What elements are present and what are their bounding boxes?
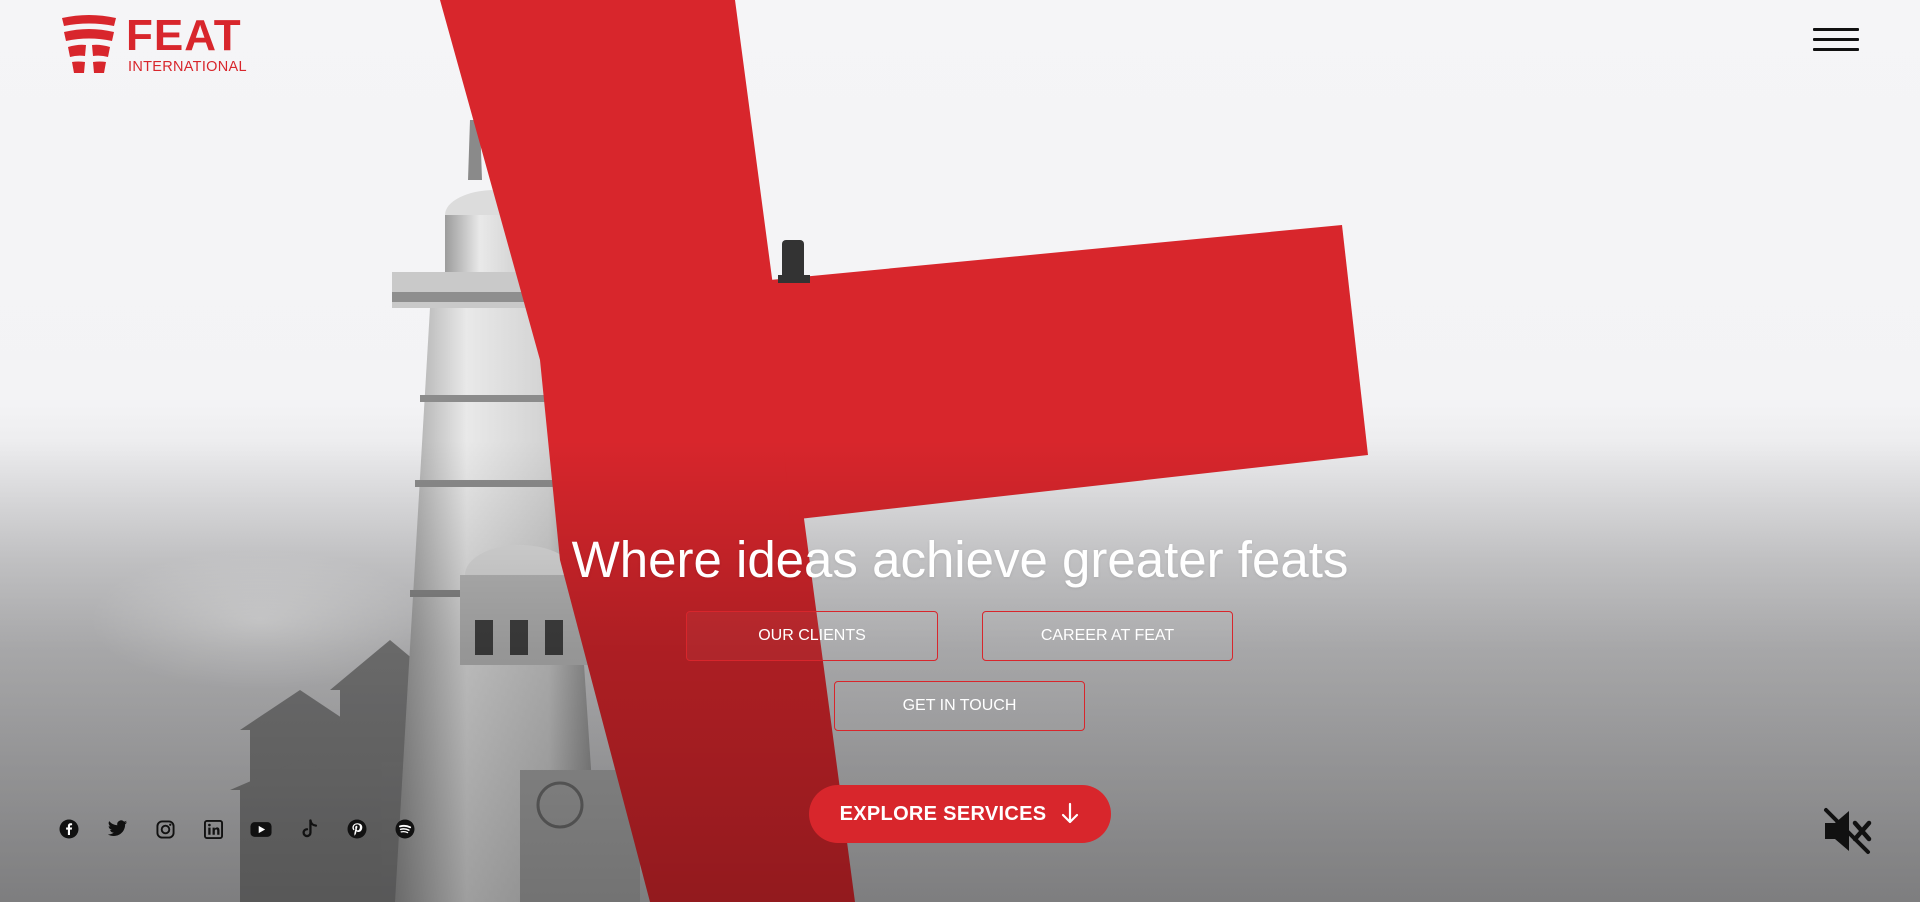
hero-section: FEAT INTERNATIONAL Where ideas achieve g… <box>0 0 1920 902</box>
career-at-feat-button[interactable]: CAREER AT FEAT <box>982 611 1233 661</box>
explore-services-label: EXPLORE SERVICES <box>839 802 1047 825</box>
instagram-icon[interactable] <box>154 818 176 840</box>
hamburger-menu-icon[interactable] <box>1813 26 1861 54</box>
our-clients-button[interactable]: OUR CLIENTS <box>686 611 938 661</box>
spotify-icon[interactable] <box>394 818 416 840</box>
tiktok-icon[interactable] <box>298 818 320 840</box>
social-links <box>58 818 442 840</box>
explore-services-button[interactable]: EXPLORE SERVICES <box>809 785 1111 843</box>
feat-logo[interactable]: FEAT INTERNATIONAL <box>58 14 247 76</box>
hero-background-image <box>90 0 1368 902</box>
linkedin-icon[interactable] <box>202 818 224 840</box>
facebook-icon[interactable] <box>58 818 80 840</box>
speaker-muted-icon[interactable] <box>1822 806 1872 856</box>
get-in-touch-button[interactable]: GET IN TOUCH <box>834 681 1085 731</box>
twitter-icon[interactable] <box>106 818 128 840</box>
arrow-down-icon <box>1062 802 1079 824</box>
feat-logo-mark-icon <box>62 15 116 73</box>
hero-headline: Where ideas achieve greater feats <box>571 531 1349 588</box>
logo-word: FEAT <box>126 11 242 60</box>
pinterest-icon[interactable] <box>346 818 368 840</box>
logo-text: FEAT INTERNATIONAL <box>126 14 247 75</box>
logo-subtitle: INTERNATIONAL <box>128 59 247 75</box>
youtube-icon[interactable] <box>250 818 272 840</box>
